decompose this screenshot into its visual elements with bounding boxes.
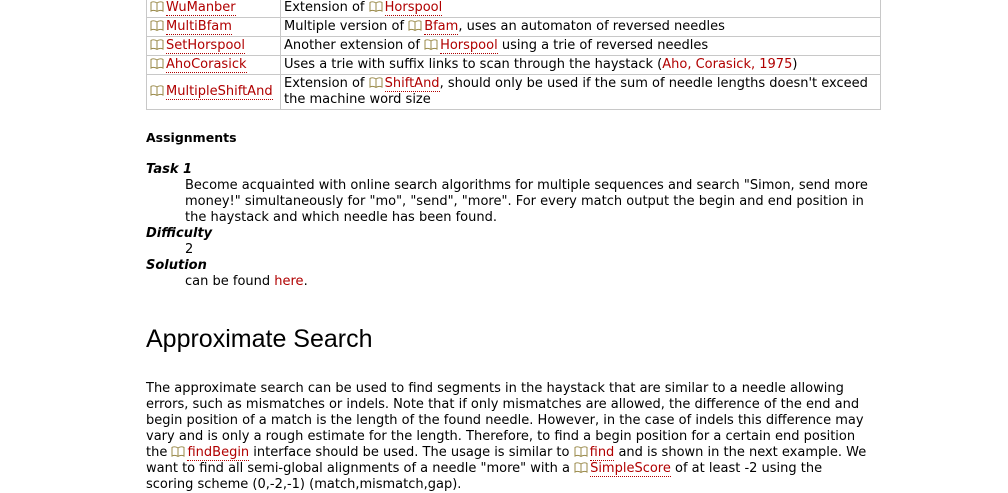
task-label: Task 1 [146,162,193,177]
section-heading-approximate-search: Approximate Search [146,325,373,353]
desc-text: using a trie of reversed needles [497,38,709,53]
desc-text: Another extension of [284,38,425,53]
algorithm-name-cell: AhoCorasick [146,55,281,75]
book-icon [150,20,164,31]
table-row: SetHorspool Another extension of Horspool… [146,36,881,56]
difficulty-value: 2 [185,242,194,257]
book-icon [171,446,185,457]
book-icon [574,446,588,457]
book-icon [408,20,422,31]
algorithm-link[interactable]: Bfam [424,19,459,35]
book-icon [150,58,164,69]
desc-text: ) [792,57,798,72]
algorithm-name-cell: MultipleShiftAnd [146,74,281,110]
book-icon [424,39,438,50]
table-row: AhoCorasick Uses a trie with suffix links… [146,55,881,75]
solution-text: can be found here. [185,274,886,290]
solution-suffix: . [303,274,308,289]
table-row: MultiBfam Multiple version of Bfam, uses … [146,17,881,37]
algorithm-name-link[interactable]: SetHorspool [166,38,245,54]
algorithm-description-cell: Extension of Horspool [280,0,881,18]
algorithm-description-cell: Another extension of Horspool using a tr… [280,36,881,56]
algorithm-name-cell: MultiBfam [146,17,281,37]
book-icon [369,77,383,88]
algorithm-name-cell: SetHorspool [146,36,281,56]
task-list: Task 1 Become acquainted with online sea… [146,162,886,290]
algorithm-link[interactable]: ShiftAnd [384,76,440,92]
findbegin-link[interactable]: findBegin [187,445,250,461]
algorithm-name-link[interactable]: WuManber [166,0,236,16]
book-icon [150,39,164,50]
simplescore-link[interactable]: SimpleScore [590,461,671,477]
desc-text: Extension of [284,0,369,15]
algorithm-table: WuManber Extension of Horspool MultiBfam Mu… [146,0,881,110]
algorithm-name-link[interactable]: AhoCorasick [166,57,247,73]
book-icon [574,462,588,473]
book-icon [150,1,164,12]
desc-text: , uses an automaton of reversed needles [458,19,725,34]
solution-label: Solution [146,258,207,273]
algorithm-name-cell: WuManber [146,0,281,18]
algorithm-name-link[interactable]: MultipleShiftAnd [166,84,273,100]
algorithm-link[interactable]: Horspool [384,0,443,16]
algorithm-name-link[interactable]: MultiBfam [166,19,232,35]
solution-link[interactable]: here [274,274,303,289]
assignments-heading: Assignments [146,130,237,145]
desc-text: Uses a trie with suffix links to scan th… [284,57,663,72]
table-row: WuManber Extension of Horspool [146,0,881,18]
desc-text: Multiple version of [284,19,409,34]
find-link[interactable]: find [589,445,615,461]
approximate-search-paragraph: The approximate search can be used to fi… [146,381,868,493]
difficulty-label: Difficulty [146,226,213,241]
solution-prefix: can be found [185,274,275,289]
citation-link[interactable]: Aho, Corasick, 1975 [662,57,792,72]
algorithm-description-cell: Uses a trie with suffix links to scan th… [280,55,881,75]
algorithm-link[interactable]: Horspool [440,38,498,54]
algorithm-description-cell: Extension of ShiftAnd, should only be us… [280,74,881,110]
algorithm-description-cell: Multiple version of Bfam, uses an automa… [280,17,881,37]
book-icon [150,85,164,96]
task-text: Become acquainted with online search alg… [185,178,868,225]
desc-text: Extension of [284,76,369,91]
book-icon [369,1,383,12]
table-row: MultipleShiftAnd Extension of ShiftAnd, s… [146,74,881,110]
paragraph-part: interface should be used. The usage is s… [249,445,574,460]
